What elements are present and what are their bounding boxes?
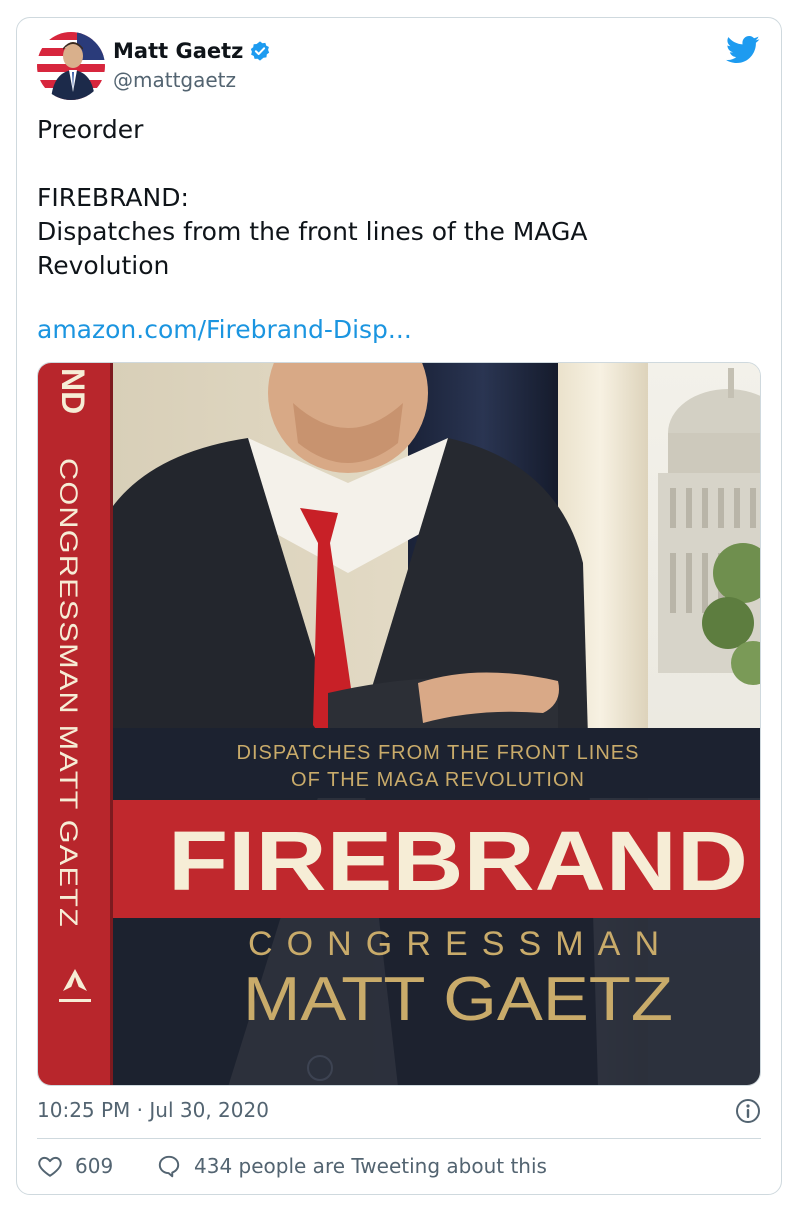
author-name[interactable]: Matt Gaetz [113, 38, 271, 64]
conversation-stat[interactable]: 434 people are Tweeting about this [156, 1152, 547, 1180]
avatar[interactable] [37, 32, 105, 100]
spine-author: CONGRESSMAN MATT GAETZ [54, 458, 82, 928]
author-name-text[interactable]: Matt Gaetz [113, 38, 243, 64]
twitter-bird-icon[interactable] [726, 35, 760, 65]
info-icon[interactable] [735, 1098, 761, 1124]
speech-bubble-icon[interactable] [156, 1153, 182, 1179]
cover-author-line2: MATT GAETZ [243, 965, 673, 1034]
like-stat[interactable]: 609 [37, 1152, 113, 1180]
cover-subtitle-line2: OF THE MAGA REVOLUTION [291, 769, 585, 791]
author-handle[interactable]: @mattgaetz [113, 67, 236, 93]
spine-fragment: ND [55, 368, 91, 414]
divider [37, 1138, 761, 1139]
cover-subtitle-line1: DISPATCHES FROM THE FRONT LINES [237, 742, 640, 764]
like-count: 609 [75, 1154, 114, 1178]
heart-icon[interactable] [37, 1153, 63, 1179]
book-cover-image[interactable]: ND CONGRESSMAN MATT GAETZ DISPATCHES FRO… [37, 362, 761, 1086]
tweet-link[interactable]: amazon.com/Firebrand-Disp... [37, 313, 412, 347]
conversation-text: 434 people are Tweeting about this [194, 1154, 547, 1178]
tweet-text: Preorder FIREBRAND: Dispatches from the … [37, 115, 588, 280]
tweet-timestamp[interactable]: 10:25 PM · Jul 30, 2020 [37, 1096, 269, 1124]
cover-title: FIREBRAND [168, 814, 748, 908]
verified-badge-icon [249, 40, 271, 62]
cover-author-line1: CONGRESSMAN [248, 925, 668, 963]
